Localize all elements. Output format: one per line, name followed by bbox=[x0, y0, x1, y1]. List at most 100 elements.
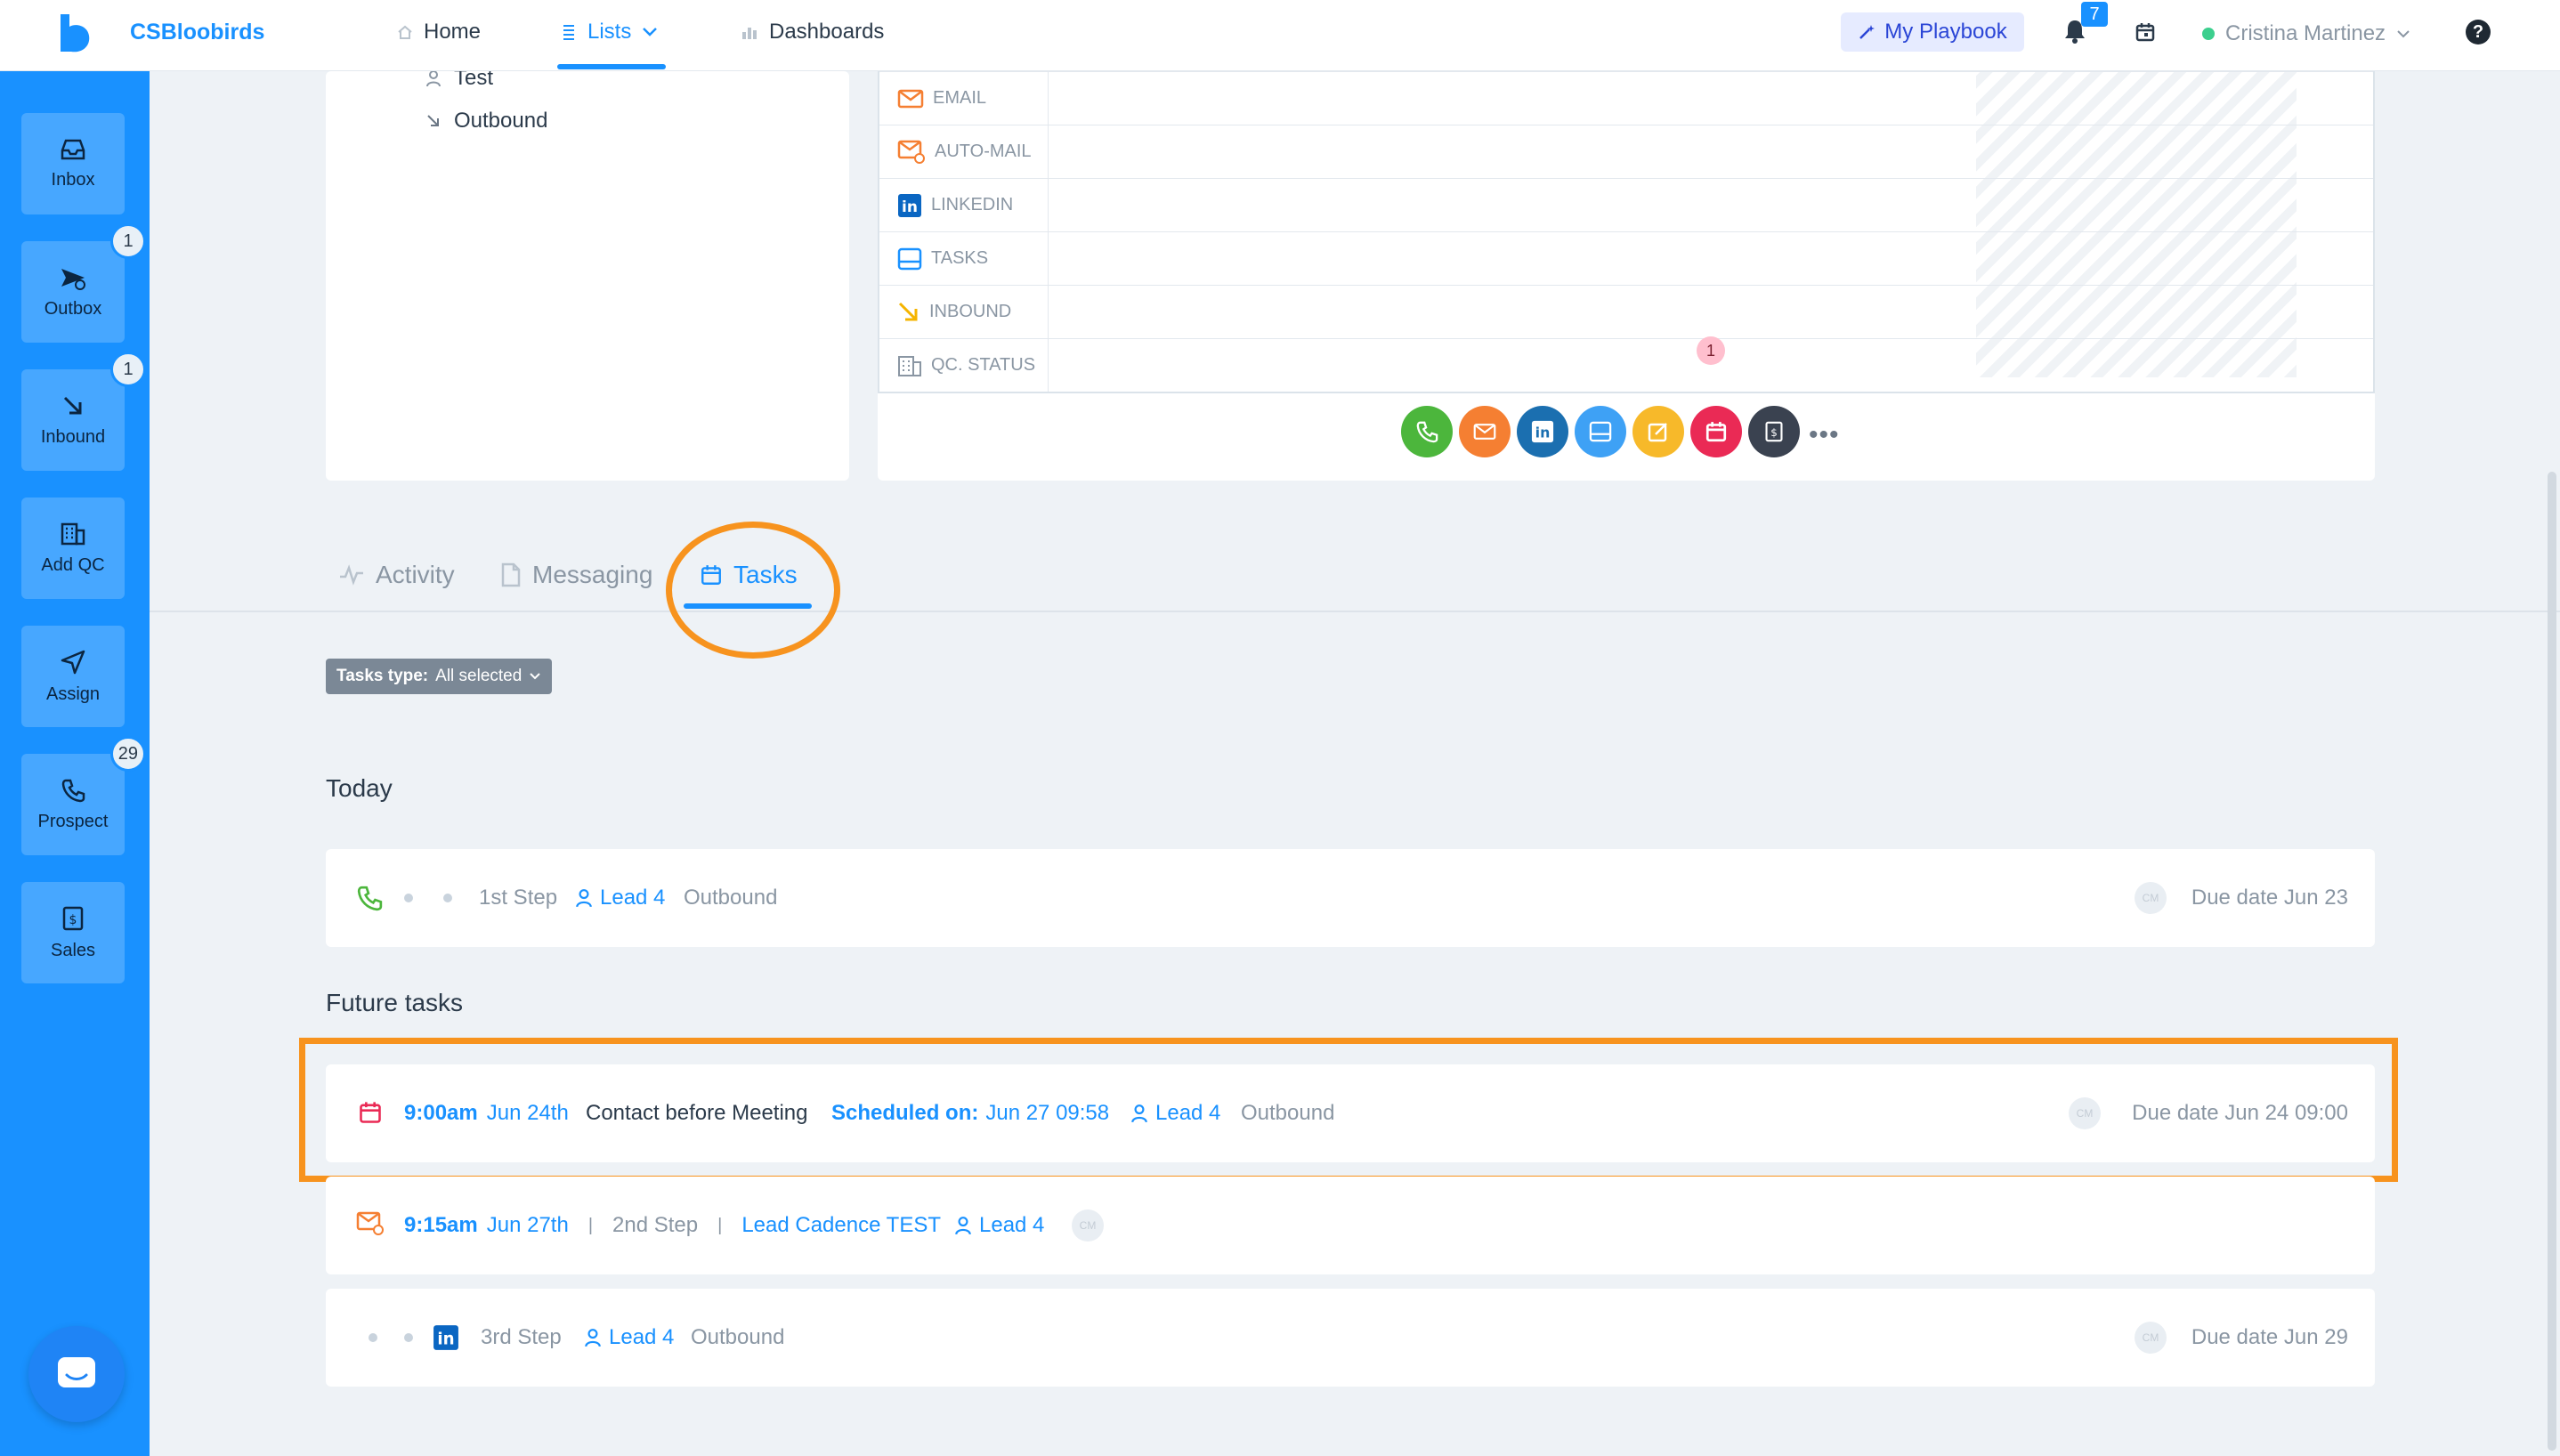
left-sidebar: Inbox Outbox 1 Inbound 1 Add QC Assign P… bbox=[0, 71, 150, 1456]
sidebar-item-label: Sales bbox=[50, 940, 96, 960]
svg-text:in: in bbox=[437, 1331, 454, 1349]
task-type: Outbound bbox=[684, 886, 778, 910]
page-scrollbar[interactable] bbox=[2548, 472, 2556, 1451]
channel-label: INBOUND bbox=[879, 286, 1049, 338]
tab-messaging-label: Messaging bbox=[532, 561, 653, 588]
sidebar-item-assign[interactable]: Assign bbox=[21, 626, 125, 727]
document-icon bbox=[501, 562, 521, 587]
linkedin-icon: in bbox=[898, 193, 921, 217]
channel-qc-status-label: QC. STATUS bbox=[931, 355, 1036, 375]
top-bar: CSBloobirds Home Lists Dashboards My Pla… bbox=[0, 0, 2560, 71]
lead-info-panel bbox=[326, 71, 849, 481]
user-name: Cristina Martinez bbox=[2225, 21, 2386, 45]
sales-action-button[interactable]: $ bbox=[1748, 406, 1800, 457]
email-action-button[interactable] bbox=[1459, 406, 1511, 457]
channels-table: EMAIL AUTO-MAIL in LINKEDIN TASKS INBOUN… bbox=[878, 71, 2375, 393]
task-lead-link[interactable]: Lead 4 bbox=[575, 849, 665, 947]
channel-label: TASKS bbox=[879, 232, 1049, 285]
more-actions-button[interactable]: ••• bbox=[1809, 420, 1840, 450]
sidebar-item-outbox[interactable]: Outbox 1 bbox=[21, 223, 146, 343]
send-icon bbox=[61, 268, 85, 290]
calendar-icon bbox=[1705, 422, 1727, 442]
nav-home[interactable]: Home bbox=[397, 20, 481, 44]
tasks-icon bbox=[897, 247, 922, 270]
nav-lists[interactable]: Lists bbox=[561, 20, 658, 44]
step-dot bbox=[443, 894, 452, 902]
my-playbook-label: My Playbook bbox=[1884, 20, 2007, 44]
task-type: Outbound bbox=[691, 1325, 785, 1349]
nav-dashboards[interactable]: Dashboards bbox=[741, 20, 884, 44]
task-card-linkedin[interactable]: in 3rd Step Lead 4 Outbound CM Due date … bbox=[326, 1289, 2375, 1387]
sidebar-item-label: Inbox bbox=[51, 169, 95, 190]
my-playbook-button[interactable]: My Playbook bbox=[1841, 12, 2024, 52]
task-lead: Lead 4 bbox=[979, 1213, 1045, 1237]
magic-wand-icon bbox=[1859, 25, 1875, 39]
chevron-down-icon bbox=[643, 28, 658, 36]
prospect-badge: 29 bbox=[109, 736, 146, 772]
note-action-button[interactable] bbox=[1632, 406, 1684, 457]
list-item-outbound[interactable]: Outbound bbox=[425, 109, 547, 133]
linkedin-icon: in bbox=[1531, 420, 1554, 443]
task-step: 3rd Step bbox=[481, 1325, 562, 1349]
sidebar-item-inbound[interactable]: Inbound 1 bbox=[21, 352, 146, 471]
inbox-icon bbox=[61, 139, 85, 159]
call-action-button[interactable] bbox=[1401, 406, 1453, 457]
task-step: 1st Step bbox=[479, 886, 558, 910]
step-dot bbox=[404, 894, 413, 902]
sidebar-item-inbox[interactable]: Inbox bbox=[21, 113, 125, 214]
task-lead-link[interactable]: Lead 4 bbox=[954, 1177, 1044, 1274]
task-cadence[interactable]: Lead Cadence TEST bbox=[741, 1213, 941, 1238]
channel-label: in LINKEDIN bbox=[879, 179, 1049, 231]
brand-name[interactable]: CSBloobirds bbox=[130, 20, 264, 45]
tab-messaging[interactable]: Messaging bbox=[500, 561, 652, 589]
tab-activity-label: Activity bbox=[376, 561, 455, 588]
task-lead-link[interactable]: Lead 4 bbox=[584, 1289, 674, 1387]
chevron-down-icon bbox=[530, 673, 541, 680]
meeting-action-button[interactable] bbox=[1690, 406, 1742, 457]
nav-lists-label: Lists bbox=[587, 20, 632, 44]
task-action-button[interactable] bbox=[1575, 406, 1626, 457]
phone-icon bbox=[1416, 421, 1438, 443]
channel-row-linkedin: in LINKEDIN bbox=[879, 178, 2373, 231]
linkedin-action-button[interactable]: in bbox=[1517, 406, 1568, 457]
building-icon bbox=[61, 522, 85, 545]
email-icon bbox=[1473, 424, 1496, 440]
qc-status-count-badge[interactable]: 1 bbox=[1697, 336, 1725, 365]
chat-launcher-button[interactable] bbox=[28, 1326, 125, 1422]
brand-logo[interactable] bbox=[57, 12, 93, 53]
tasks-type-filter[interactable]: Tasks type: All selected bbox=[326, 659, 553, 694]
channel-label: AUTO-MAIL bbox=[879, 125, 1049, 178]
chevron-down-icon bbox=[2397, 30, 2410, 38]
person-icon bbox=[426, 70, 441, 87]
building-icon bbox=[898, 355, 921, 376]
channel-email-label: EMAIL bbox=[933, 88, 987, 108]
task-card-automail[interactable]: 9:15am Jun 27th | 2nd Step | Lead Cadenc… bbox=[326, 1177, 2375, 1274]
invoice-dollar-icon: $ bbox=[1765, 421, 1783, 442]
task-card-today[interactable]: 1st Step Lead 4 Outbound CM Due date Jun… bbox=[326, 849, 2375, 947]
sidebar-item-label: Prospect bbox=[37, 811, 109, 831]
help-icon[interactable]: ? bbox=[2466, 20, 2491, 44]
phone-icon bbox=[61, 779, 85, 802]
sidebar-item-add-qc[interactable]: Add QC bbox=[21, 497, 125, 599]
tab-activity[interactable]: Activity bbox=[338, 561, 455, 589]
edit-note-icon bbox=[1648, 423, 1667, 442]
filter-value: All selected bbox=[435, 667, 523, 685]
list-icon bbox=[563, 25, 574, 40]
arrow-down-right-icon bbox=[898, 302, 918, 320]
user-menu[interactable]: Cristina Martinez bbox=[2202, 21, 2410, 46]
sidebar-item-prospect[interactable]: Prospect 29 bbox=[21, 736, 146, 855]
task-time: 9:15am bbox=[404, 1213, 478, 1237]
person-icon bbox=[585, 1329, 601, 1347]
calendar-button[interactable] bbox=[2135, 21, 2156, 43]
sidebar-item-sales[interactable]: $ Sales bbox=[21, 882, 125, 983]
sidebar-item-label: Add QC bbox=[41, 554, 105, 575]
task-lead: Lead 4 bbox=[600, 886, 666, 910]
arrow-down-right-icon bbox=[427, 115, 439, 126]
navigation-arrow-icon bbox=[61, 650, 85, 674]
tasks-icon bbox=[1589, 421, 1612, 442]
linkedin-icon: in bbox=[433, 1325, 458, 1350]
person-icon bbox=[955, 1217, 971, 1235]
channel-linkedin-label: LINKEDIN bbox=[931, 195, 1014, 214]
chart-icon bbox=[742, 28, 757, 39]
home-icon bbox=[398, 25, 412, 39]
